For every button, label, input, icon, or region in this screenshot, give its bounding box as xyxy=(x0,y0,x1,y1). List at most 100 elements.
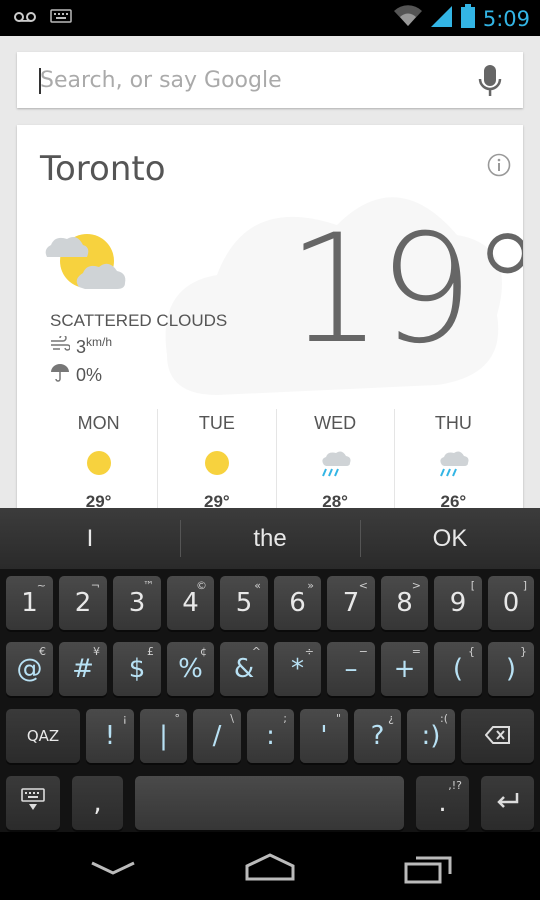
key-hint: } xyxy=(520,645,527,658)
soft-keyboard: I the OK 1 ~ 2 ¬ 3 ™ 4 © 5 « 6» 7 < 8 > 9[ 0] @… xyxy=(0,508,540,832)
key-label: : xyxy=(266,721,275,751)
key[interactable]: 9[ xyxy=(434,576,482,630)
key[interactable]: 2 ¬ xyxy=(59,576,107,630)
keyboard-hide-icon xyxy=(20,787,46,819)
suggestion-item[interactable]: I xyxy=(0,508,180,569)
signal-icon xyxy=(430,4,453,33)
key[interactable]: :):( xyxy=(407,709,455,763)
key[interactable]: – − xyxy=(327,642,375,696)
suggestion-item[interactable]: OK xyxy=(360,508,540,569)
info-icon[interactable] xyxy=(487,153,511,182)
microphone-icon[interactable] xyxy=(477,64,503,103)
key[interactable]: 8 > xyxy=(381,576,428,630)
key-hint: :( xyxy=(440,712,448,725)
key-label: ! xyxy=(104,721,116,751)
voicemail-icon xyxy=(14,10,36,28)
key[interactable]: @ € xyxy=(6,642,53,696)
key-label: 2 xyxy=(74,588,92,618)
key[interactable]: 7 < xyxy=(327,576,375,630)
suggestion-item[interactable]: the xyxy=(180,508,360,569)
key-hint: ^ xyxy=(251,645,261,658)
key-hint: > xyxy=(411,579,421,592)
key[interactable]: $ £ xyxy=(113,642,161,696)
key-hint: ° xyxy=(174,712,181,725)
key[interactable]: % ¢ xyxy=(167,642,214,696)
space-key[interactable] xyxy=(135,776,404,830)
comma-key[interactable]: , xyxy=(72,776,123,830)
key-hint: € xyxy=(39,645,46,658)
search-input[interactable]: Search, or say Google xyxy=(40,68,282,93)
key[interactable]: | ° xyxy=(140,709,187,763)
key-label: 5 xyxy=(235,588,253,618)
backspace-key[interactable] xyxy=(461,709,534,763)
key-hint: { xyxy=(468,645,475,658)
key-label: 0 xyxy=(502,588,520,618)
sun-icon xyxy=(85,449,113,482)
sun-icon xyxy=(203,449,231,482)
wind-unit: km/h xyxy=(86,335,113,349)
key[interactable]: # ¥ xyxy=(59,642,107,696)
backspace-icon xyxy=(484,721,511,751)
key-hint: ¿ xyxy=(388,712,394,725)
key-label: 9 xyxy=(449,588,467,618)
search-box[interactable]: Search, or say Google xyxy=(17,52,523,108)
key[interactable]: / \ xyxy=(193,709,241,763)
key-label: , xyxy=(93,788,102,818)
recent-apps-icon[interactable] xyxy=(404,852,454,889)
keyboard-row-symbols: @ € # ¥ $ £ % ¢ & ^ * ÷ – − + = ({ )} xyxy=(0,642,540,700)
key[interactable]: ({ xyxy=(434,642,482,696)
key-hint: © xyxy=(196,579,207,592)
alphabet-switch-key[interactable]: QAZ xyxy=(6,709,80,763)
text-cursor xyxy=(39,68,41,94)
key[interactable]: ? ¿ xyxy=(354,709,401,763)
key-label: ) xyxy=(505,654,517,684)
period-key[interactable]: .,!? xyxy=(416,776,469,830)
key-hint: « xyxy=(254,579,261,592)
suggestion-strip: I the OK xyxy=(0,508,540,569)
back-chevron-down-icon[interactable] xyxy=(90,860,136,881)
key[interactable]: 3 ™ xyxy=(113,576,161,630)
clock: 5:09 xyxy=(482,6,530,31)
condition-text: SCATTERED CLOUDS xyxy=(50,311,228,330)
key-label: 3 xyxy=(128,588,146,618)
key-label: ( xyxy=(452,654,464,684)
key-label: / xyxy=(212,721,222,751)
wind-info: 3km/h xyxy=(50,334,113,358)
home-icon[interactable] xyxy=(243,852,297,887)
key-hint: ~ xyxy=(36,579,46,592)
key-hint: ,!? xyxy=(448,779,462,792)
wifi-icon xyxy=(393,4,423,33)
key-hint: \ xyxy=(230,712,234,725)
key[interactable]: + = xyxy=(381,642,428,696)
key-hint: » xyxy=(307,579,314,592)
key[interactable]: * ÷ xyxy=(274,642,321,696)
precipitation-info: 0% xyxy=(50,363,102,388)
key-label: @ xyxy=(16,654,43,684)
key[interactable]: 1 ~ xyxy=(6,576,53,630)
forecast-day-name: WED xyxy=(314,413,357,433)
hide-keyboard-key[interactable] xyxy=(6,776,60,830)
keyboard-icon xyxy=(50,9,72,28)
navigation-bar xyxy=(0,832,540,900)
key[interactable]: 0] xyxy=(488,576,534,630)
umbrella-icon xyxy=(50,363,70,388)
key-label: $ xyxy=(128,654,146,684)
key[interactable]: :; xyxy=(247,709,294,763)
key-hint: [ xyxy=(470,579,475,592)
forecast-day-name: THU xyxy=(434,413,472,433)
battery-icon xyxy=(460,4,475,33)
key[interactable]: 5 « xyxy=(220,576,268,630)
key[interactable]: ' " xyxy=(300,709,348,763)
keyboard-row-punctuation: QAZ ! ¡ | ° / \ :; ' " ? ¿ :):( xyxy=(0,709,540,767)
enter-icon xyxy=(495,788,521,818)
key[interactable]: )} xyxy=(488,642,534,696)
key[interactable]: & ^ xyxy=(220,642,268,696)
enter-key[interactable] xyxy=(481,776,534,830)
weather-card[interactable]: Toronto 19° SCATTERED CLOUDS 3km/h 0% MO… xyxy=(17,125,523,545)
key[interactable]: 4 © xyxy=(167,576,214,630)
key[interactable]: 6» xyxy=(274,576,321,630)
key-hint: ÷ xyxy=(304,645,314,658)
key-hint: − xyxy=(358,645,368,658)
partly-cloudy-icon xyxy=(39,227,129,296)
key[interactable]: ! ¡ xyxy=(86,709,134,763)
